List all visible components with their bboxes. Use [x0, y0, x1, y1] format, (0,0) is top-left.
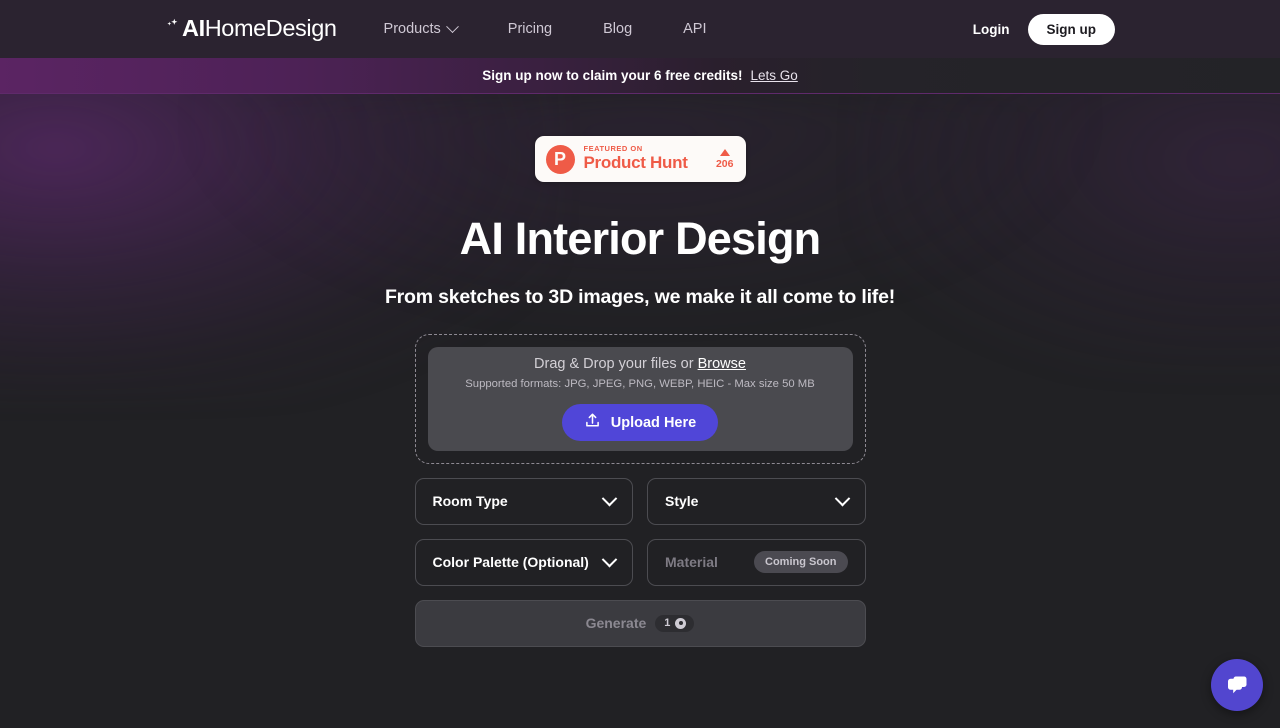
brand-name: AIHomeDesign — [182, 15, 337, 42]
nav-item-products[interactable]: Products — [383, 15, 459, 43]
dropzone-prompt-text: Drag & Drop your files or — [534, 356, 698, 372]
credit-cost-badge: 1 — [655, 614, 695, 632]
chevron-down-icon — [834, 490, 850, 506]
auth-actions: Login Sign up — [969, 13, 1115, 45]
signup-button[interactable]: Sign up — [1027, 13, 1115, 45]
sparkles-icon — [165, 18, 179, 38]
product-hunt-name: Product Hunt — [583, 153, 688, 173]
nav-label-products: Products — [383, 21, 441, 37]
product-hunt-badge[interactable]: P FEATURED ON Product Hunt 206 — [534, 136, 746, 182]
top-navbar: AIHomeDesign Products Pricing Blog API L… — [0, 0, 1280, 58]
chevron-down-icon — [601, 490, 618, 506]
nav-label-blog: Blog — [603, 21, 633, 37]
nav-item-pricing[interactable]: Pricing — [508, 15, 552, 43]
promo-cta-link[interactable]: Lets Go — [751, 68, 798, 83]
generate-button: Generate 1 — [414, 599, 866, 647]
product-hunt-logo-icon: P — [545, 144, 575, 174]
brand-logo[interactable]: AIHomeDesign — [165, 17, 337, 41]
form-row-2: Color Palette (Optional) Material Coming… — [414, 538, 866, 586]
nav-label-api: API — [683, 21, 707, 37]
credit-coin-icon — [675, 617, 687, 629]
chevron-down-icon — [601, 551, 618, 567]
promo-text: Sign up now to claim your 6 free credits… — [482, 68, 743, 83]
upload-dropzone[interactable]: Drag & Drop your files or Browse Support… — [414, 333, 866, 464]
nav-label-pricing: Pricing — [507, 21, 553, 37]
nav-item-blog[interactable]: Blog — [603, 15, 632, 43]
material-select: Material Coming Soon — [647, 538, 866, 586]
login-button[interactable]: Login — [969, 16, 1014, 43]
chat-widget-button[interactable] — [1211, 659, 1263, 711]
hero-section: P FEATURED ON Product Hunt 206 AI Interi… — [0, 94, 1280, 647]
product-hunt-text: FEATURED ON Product Hunt — [583, 144, 712, 173]
style-label: Style — [665, 493, 699, 509]
generate-label: Generate — [585, 615, 647, 631]
dropzone-formats-note: Supported formats: JPG, JPEG, PNG, WEBP,… — [465, 378, 815, 390]
upload-button-label: Upload Here — [610, 414, 697, 431]
material-label: Material — [665, 554, 718, 570]
credit-cost-value: 1 — [664, 616, 671, 629]
chevron-down-icon — [445, 19, 459, 33]
product-hunt-vote-count: 206 — [715, 157, 734, 170]
coming-soon-badge: Coming Soon — [754, 551, 848, 573]
color-palette-select[interactable]: Color Palette (Optional) — [414, 538, 633, 586]
upload-icon — [584, 412, 601, 433]
product-hunt-featured-label: FEATURED ON — [583, 144, 643, 154]
dropzone-prompt: Drag & Drop your files or Browse — [534, 356, 746, 372]
nav-item-api[interactable]: API — [683, 15, 706, 43]
product-hunt-votes: 206 — [715, 148, 734, 170]
upload-here-button[interactable]: Upload Here — [561, 404, 719, 441]
room-type-select[interactable]: Room Type — [414, 477, 633, 525]
design-form: Drag & Drop your files or Browse Support… — [414, 333, 866, 647]
browse-link[interactable]: Browse — [698, 356, 746, 372]
page-subtitle: From sketches to 3D images, we make it a… — [384, 285, 896, 308]
chat-bubbles-icon — [1224, 671, 1250, 700]
page-title: AI Interior Design — [459, 213, 821, 264]
product-hunt-monogram: P — [553, 148, 566, 169]
dropzone-inner[interactable]: Drag & Drop your files or Browse Support… — [427, 346, 853, 451]
style-select[interactable]: Style — [647, 477, 866, 525]
room-type-label: Room Type — [432, 493, 508, 509]
upvote-triangle-icon — [719, 148, 730, 156]
form-row-1: Room Type Style — [414, 477, 866, 525]
primary-nav: Products Pricing Blog API — [384, 15, 707, 43]
color-palette-label: Color Palette (Optional) — [432, 554, 589, 570]
promo-banner[interactable]: Sign up now to claim your 6 free credits… — [0, 58, 1280, 94]
